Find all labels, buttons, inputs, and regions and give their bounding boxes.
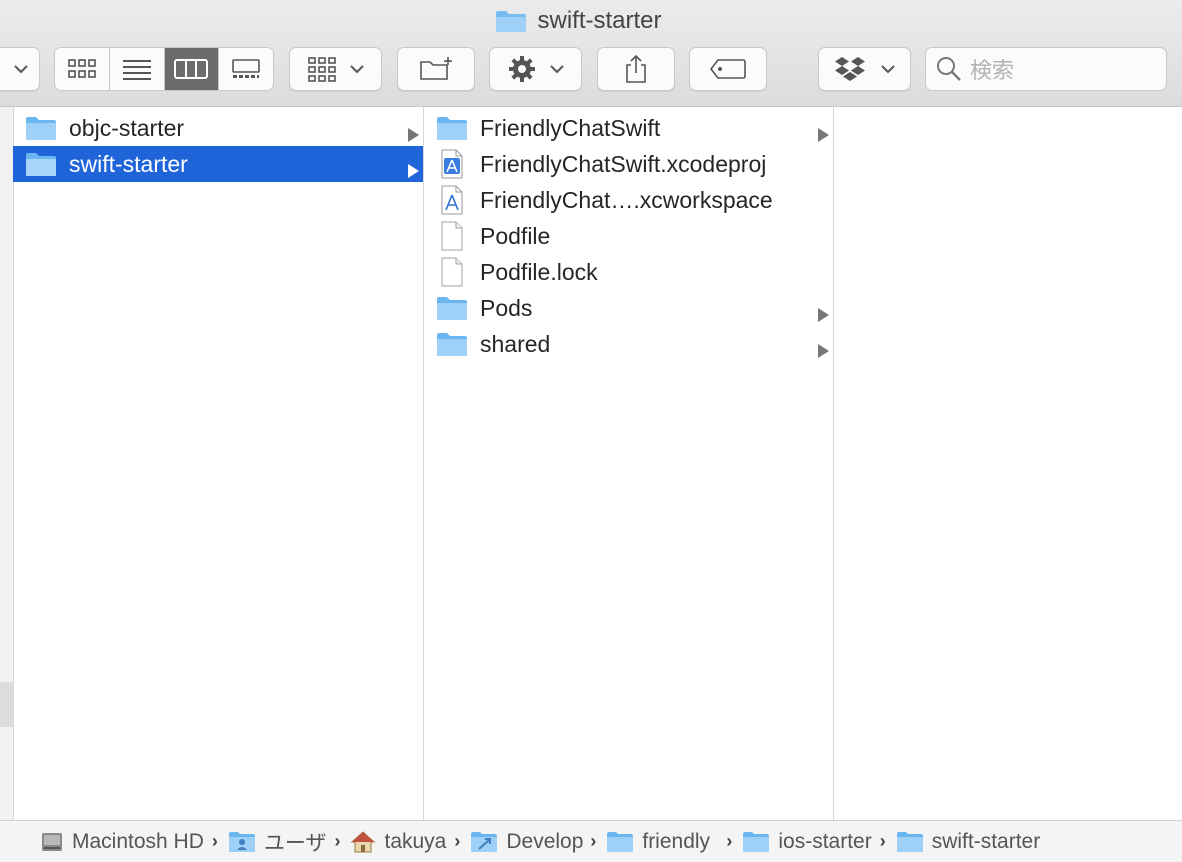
chevron-right-icon: › [726,831,733,851]
document-icon [436,257,468,287]
disclosure-arrow-icon [407,157,419,184]
window-title: swift-starter [537,7,662,34]
item-label: Podfile.lock [480,258,598,285]
chevron-right-icon: › [211,831,218,851]
grid-icon [67,58,97,80]
hard-drive-icon [40,830,64,854]
folder-icon [495,9,527,33]
group-grid-icon [307,56,337,82]
path-label: ios-starter [778,829,872,853]
list-view-button[interactable] [110,48,165,90]
folder-icon [896,831,924,853]
tags-button[interactable] [689,47,767,91]
item-label: objc-starter [69,114,185,141]
view-mode-selector [54,47,274,91]
disclosure-arrow-icon [817,301,829,328]
path-label: takuya [384,829,447,853]
list-item-friendlychatswift[interactable]: FriendlyChatSwift [424,110,833,146]
path-label: ユーザ [263,831,327,855]
folder-icon [436,114,468,142]
share-button[interactable] [597,47,675,91]
folder-icon [742,831,770,853]
path-label: swift-starter [931,829,1041,853]
folder-icon [25,150,57,178]
item-label: FriendlyChat….xcworkspace [480,186,773,213]
list-item-podfile-lock[interactable]: Podfile.lock [424,254,833,290]
search-icon [936,56,962,82]
path-item-swift-starter[interactable]: swift-starter [896,829,1041,854]
chevron-down-icon [549,64,565,74]
column-3-empty [834,107,1182,820]
document-icon [436,221,468,251]
item-label: Pods [480,294,533,321]
columns-icon [174,58,209,80]
item-label: Podfile [480,222,551,249]
chevron-down-icon [13,64,29,74]
users-folder-icon [228,831,256,853]
list-item-swift-starter[interactable]: swift-starter [13,146,423,182]
share-icon [623,54,649,84]
item-label: FriendlyChatSwift [480,114,661,141]
chevron-right-icon: › [879,831,886,851]
previous-column-edge [0,107,14,820]
list-item-xcodeproj[interactable]: FriendlyChatSwift.xcodeproj [424,146,833,182]
scrollbar-thumb[interactable] [0,682,13,727]
folder-icon [436,330,468,358]
path-item-friendly[interactable]: friendly › [606,830,742,854]
toolbar: swift-starter 検索 [0,0,1182,107]
group-by-button[interactable] [289,47,382,91]
path-label: Develop [506,829,584,853]
tag-icon [709,58,747,80]
chevron-down-icon [880,64,896,74]
item-label: swift-starter [69,150,188,177]
chevron-right-icon: › [334,831,341,851]
list-item-xcworkspace[interactable]: FriendlyChat….xcworkspace [424,182,833,218]
chevron-right-icon: › [454,831,461,851]
search-placeholder: 検索 [970,58,1015,83]
list-icon [122,58,152,80]
xcode-workspace-icon [436,185,468,215]
list-item-objc-starter[interactable]: objc-starter [13,110,423,146]
folder-icon [436,294,468,322]
disclosure-arrow-icon [817,337,829,364]
chevron-down-icon [349,64,365,74]
new-folder-button[interactable] [397,47,475,91]
back-forward-button[interactable] [0,47,40,91]
icon-view-button[interactable] [55,48,110,90]
xcode-project-icon [436,149,468,179]
path-label: Macintosh HD [72,829,204,853]
dropbox-button[interactable] [818,47,911,91]
list-item-pods[interactable]: Pods [424,290,833,326]
gear-icon [507,54,537,84]
gallery-icon [231,58,261,80]
path-bar: Macintosh HD › ユーザ › takuya › Develop › … [0,820,1182,862]
gallery-view-button[interactable] [219,48,273,90]
folder-icon [606,831,634,853]
search-field[interactable]: 検索 [925,47,1167,91]
disclosure-arrow-icon [407,121,419,148]
item-label: FriendlyChatSwift.xcodeproj [480,150,767,177]
list-item-shared[interactable]: shared [424,326,833,362]
column-browser: objc-starter swift-starter FriendlyChatS… [0,107,1182,820]
action-menu-button[interactable] [489,47,582,91]
new-folder-icon [418,56,454,82]
folder-icon [25,114,57,142]
chevron-right-icon: › [590,831,597,851]
home-icon [350,830,376,854]
path-item-macintosh-hd[interactable]: Macintosh HD › [40,830,228,854]
dropbox-icon [834,55,866,83]
list-item-podfile[interactable]: Podfile [424,218,833,254]
path-item-takuya[interactable]: takuya › [350,830,470,854]
item-label: shared [480,330,551,357]
developer-folder-icon [470,831,498,853]
column-2: FriendlyChatSwift FriendlyChatSwift.xcod… [424,107,834,820]
column-view-button[interactable] [164,48,220,90]
path-item-ios-starter[interactable]: ios-starter › [742,830,895,854]
path-label: friendly [642,829,711,853]
path-item-develop[interactable]: Develop › [470,830,606,854]
path-item-users[interactable]: ユーザ › [228,827,351,857]
window-title-bar: swift-starter [0,6,1182,36]
column-1: objc-starter swift-starter [13,107,424,820]
disclosure-arrow-icon [817,121,829,148]
